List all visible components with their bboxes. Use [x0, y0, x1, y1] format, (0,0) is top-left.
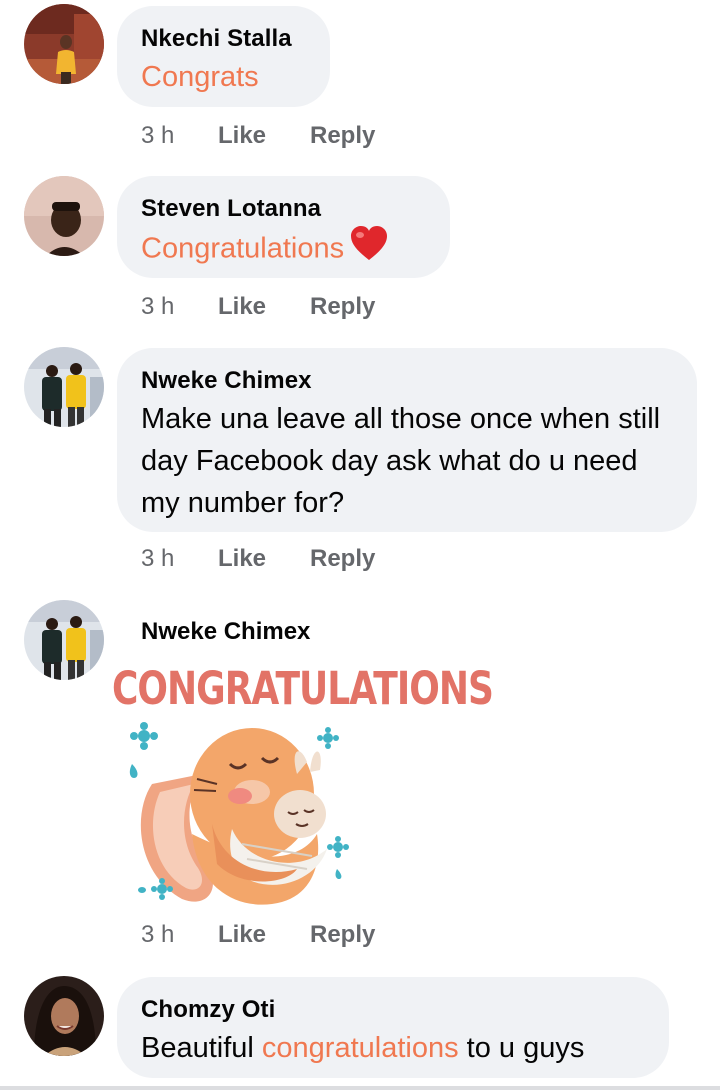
comment-time: 3 h: [141, 545, 175, 572]
comment-actions: 3 h Like Reply: [141, 541, 375, 577]
like-button[interactable]: Like: [218, 545, 310, 573]
bottom-divider: [0, 1086, 720, 1090]
avatar-nkechi-stalla[interactable]: [24, 4, 104, 84]
comment-text: Make una leave all those once when still…: [141, 403, 661, 519]
reply-button[interactable]: Reply: [310, 921, 375, 949]
comment-text-orange: Congratulations: [141, 232, 345, 265]
comment-text-after: to u guys: [466, 1032, 585, 1064]
comment-time: 3 h: [141, 293, 175, 320]
like-button[interactable]: Like: [218, 293, 310, 321]
comment-bubble[interactable]: Nkechi Stalla Congrats: [117, 6, 330, 107]
bunny-hug-illustration: [129, 722, 349, 905]
comment-text-before: Beautiful: [141, 1032, 254, 1064]
avatar-chomzy-oti[interactable]: [24, 976, 104, 1056]
commenter-name[interactable]: Chomzy Oti: [141, 995, 645, 1025]
comment-actions: 3 h Like Reply: [141, 118, 375, 154]
avatar-nweke-chimex[interactable]: [24, 600, 104, 680]
heart-emoji-icon: [350, 226, 388, 274]
reply-button[interactable]: Reply: [310, 545, 375, 573]
avatar-nweke-chimex[interactable]: [24, 347, 104, 427]
comment-bubble[interactable]: Nweke Chimex Make una leave all those on…: [117, 348, 697, 532]
comment-text-highlight: congratulations: [261, 1032, 459, 1064]
commenter-name[interactable]: Nweke Chimex: [141, 618, 310, 646]
reply-button[interactable]: Reply: [310, 293, 375, 321]
reply-button[interactable]: Reply: [310, 122, 375, 150]
comment-actions: 3 h Like Reply: [141, 917, 375, 953]
comment-actions: 3 h Like Reply: [141, 289, 375, 325]
comment-time: 3 h: [141, 122, 175, 149]
comment-text: Beautiful congratulations to u guys: [141, 1027, 645, 1069]
commenter-name[interactable]: Steven Lotanna: [141, 194, 426, 224]
comment-bubble[interactable]: Steven Lotanna Congratulations: [117, 176, 450, 278]
commenter-name[interactable]: Nkechi Stalla: [141, 24, 306, 54]
comment-time: 3 h: [141, 921, 175, 948]
avatar-steven-lotanna[interactable]: [24, 176, 104, 256]
congratulations-sticker[interactable]: CONGRATULATIONS: [112, 664, 494, 914]
like-button[interactable]: Like: [218, 122, 310, 150]
commenter-name[interactable]: Nweke Chimex: [141, 366, 673, 396]
comment-bubble[interactable]: Chomzy Oti Beautiful congratulations to …: [117, 977, 669, 1078]
comment-text: Congratulations: [141, 226, 426, 274]
comment-text: Congrats: [141, 61, 259, 93]
like-button[interactable]: Like: [218, 921, 310, 949]
